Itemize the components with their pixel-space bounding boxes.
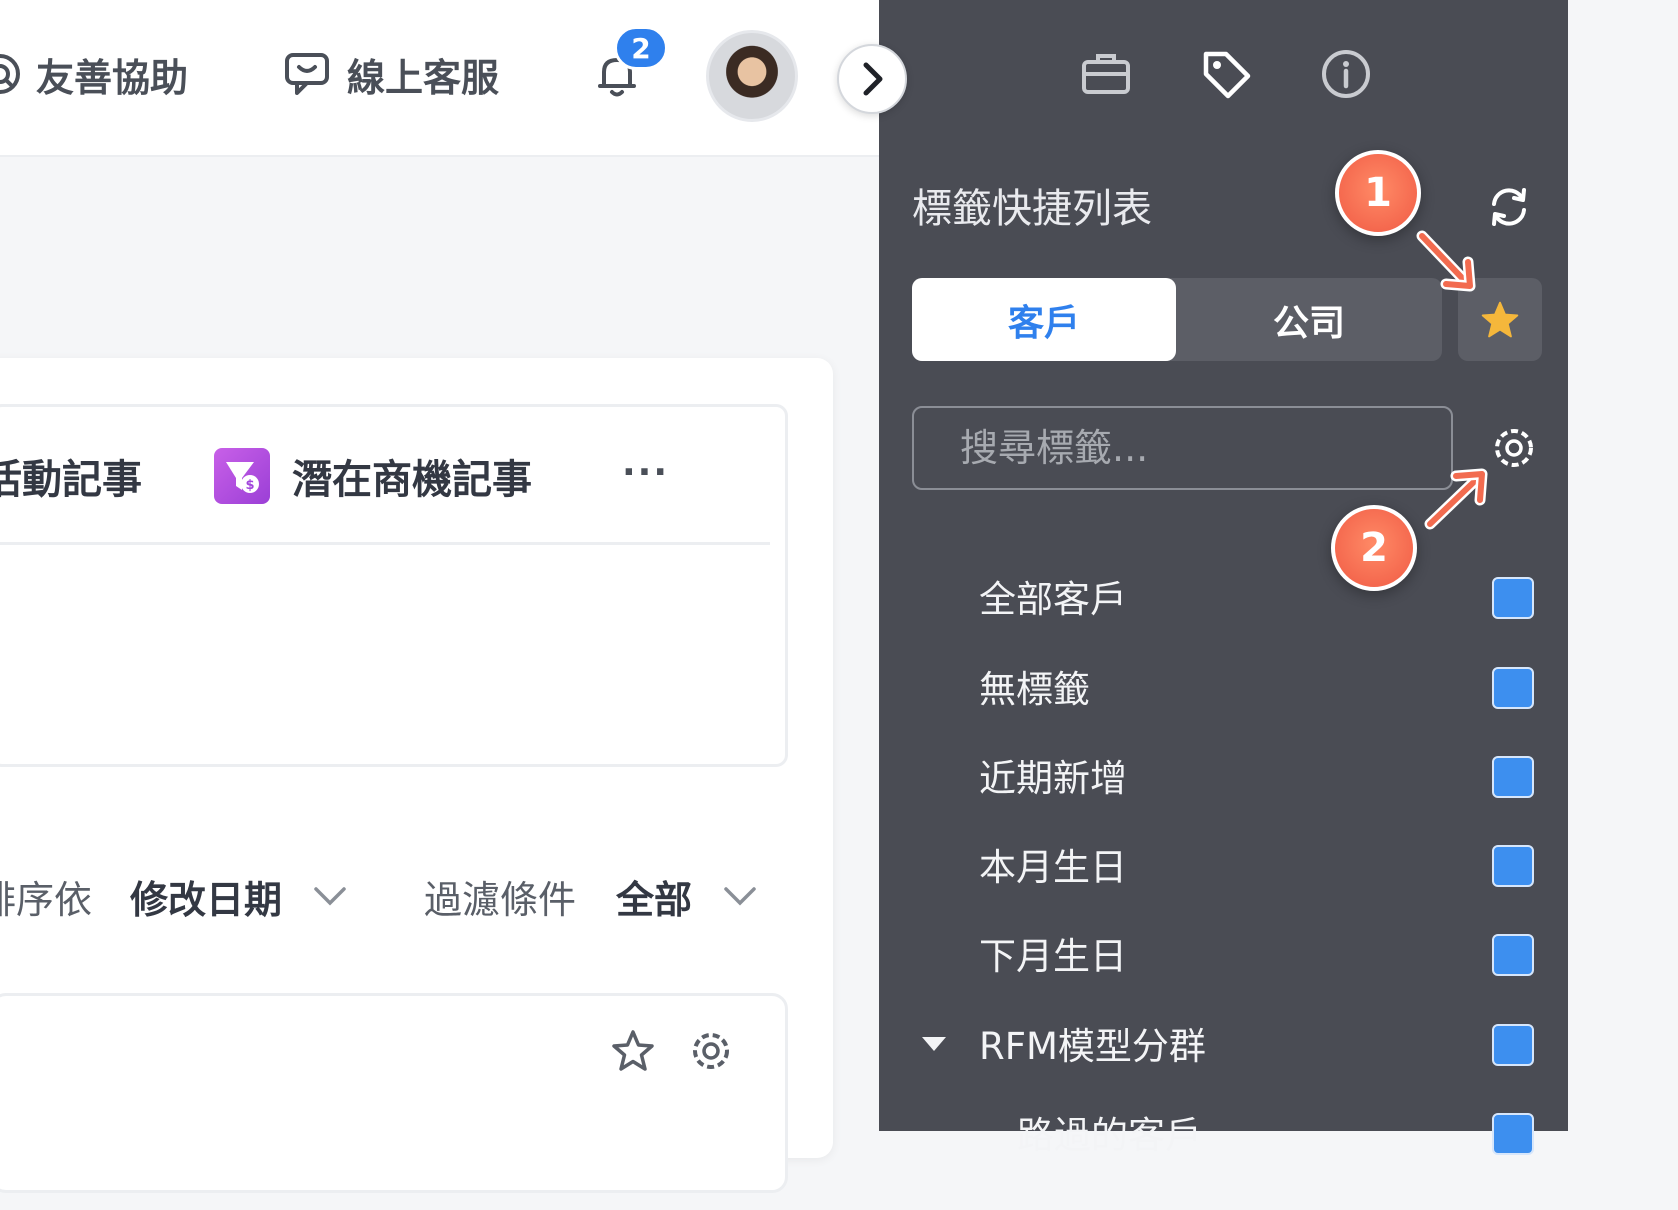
record-card — [0, 993, 788, 1193]
sort-chevron-down-icon[interactable] — [312, 866, 348, 926]
caret-down-icon[interactable] — [922, 1037, 946, 1051]
help-link[interactable]: 友善協助 — [0, 42, 188, 106]
tabs-divider — [0, 542, 770, 545]
tag-checkbox[interactable] — [1492, 934, 1534, 976]
notification-badge: 2 — [614, 26, 668, 70]
tag-label: 路過的客戶 — [1017, 1114, 1202, 1157]
filter-chevron-down-icon[interactable] — [722, 866, 758, 926]
tag-icon[interactable] — [1198, 46, 1254, 102]
tag-checkbox[interactable] — [1492, 845, 1534, 887]
refresh-icon[interactable] — [1486, 184, 1532, 230]
segment-customer-button[interactable]: 客戶 — [912, 278, 1176, 361]
gear-icon[interactable] — [688, 1028, 734, 1074]
tag-checkbox[interactable] — [1492, 1024, 1534, 1066]
tab-opportunity-label: 潛在商機記事 — [292, 457, 532, 503]
help-label: 友善協助 — [36, 55, 189, 100]
tag-label: 下月生日 — [979, 935, 1127, 978]
tag-label: 近期新增 — [979, 757, 1127, 800]
tag-item-birthday-this-month[interactable]: 本月生日 — [912, 838, 1542, 898]
tag-label: 全部客戶 — [979, 578, 1127, 621]
briefcase-icon[interactable] — [1078, 46, 1134, 102]
sort-label: 排序依 — [0, 877, 93, 922]
service-label: 線上客服 — [347, 55, 500, 100]
tag-checkbox[interactable] — [1492, 756, 1534, 798]
sort-dropdown[interactable]: 修改日期 — [130, 866, 282, 926]
chat-support-icon — [285, 53, 329, 95]
annotation-arrow-1 — [1416, 230, 1476, 292]
tag-search-input[interactable] — [912, 406, 1453, 490]
tag-checkbox[interactable] — [1492, 1113, 1534, 1155]
tag-checkbox[interactable] — [1492, 577, 1534, 619]
tag-label: RFM模型分群 — [979, 1025, 1206, 1068]
tag-item-passing-customers[interactable]: 路過的客戶 — [912, 1106, 1542, 1166]
chevron-right-icon — [863, 62, 883, 96]
funnel-dollar-icon: $ — [214, 448, 270, 504]
annotation-marker-2: 2 — [1331, 505, 1417, 591]
filter-dropdown[interactable]: 全部 — [616, 866, 692, 926]
tag-item-no-tag[interactable]: 無標籤 — [912, 660, 1542, 720]
star-filled-icon — [1481, 301, 1519, 337]
tag-item-recent[interactable]: 近期新增 — [912, 749, 1542, 809]
user-avatar[interactable] — [706, 30, 798, 122]
tag-label: 本月生日 — [979, 846, 1127, 889]
annotation-arrow-2 — [1424, 468, 1488, 530]
annotation-marker-1: 1 — [1335, 150, 1421, 236]
svg-text:$: $ — [245, 478, 254, 493]
tag-group-rfm[interactable]: RFM模型分群 — [912, 1017, 1542, 1077]
lifebuoy-icon — [0, 54, 20, 94]
info-icon[interactable] — [1318, 46, 1374, 102]
top-bar: 友善協助 線上客服 2 — [0, 0, 879, 157]
tab-activity-note[interactable]: 活動記事 — [0, 444, 142, 508]
panel-title: 標籤快捷列表 — [912, 186, 1152, 232]
tag-checkbox[interactable] — [1492, 667, 1534, 709]
tag-settings-gear-icon[interactable] — [1490, 424, 1538, 472]
filter-label: 過濾條件 — [424, 877, 577, 922]
star-outline-icon[interactable] — [610, 1028, 656, 1074]
tab-opportunity-note[interactable]: $ 潛在商機記事 — [214, 444, 532, 508]
segment-company-button[interactable]: 公司 — [1176, 278, 1442, 361]
tag-item-birthday-next-month[interactable]: 下月生日 — [912, 927, 1542, 987]
online-service-link[interactable]: 線上客服 — [283, 42, 499, 106]
collapse-panel-button[interactable] — [837, 44, 907, 114]
more-tabs-button[interactable]: ··· — [622, 452, 669, 493]
tag-item-all-customers[interactable]: 全部客戶 — [912, 570, 1542, 630]
tag-label: 無標籤 — [979, 668, 1090, 711]
tab-activity-label: 活動記事 — [0, 457, 142, 503]
